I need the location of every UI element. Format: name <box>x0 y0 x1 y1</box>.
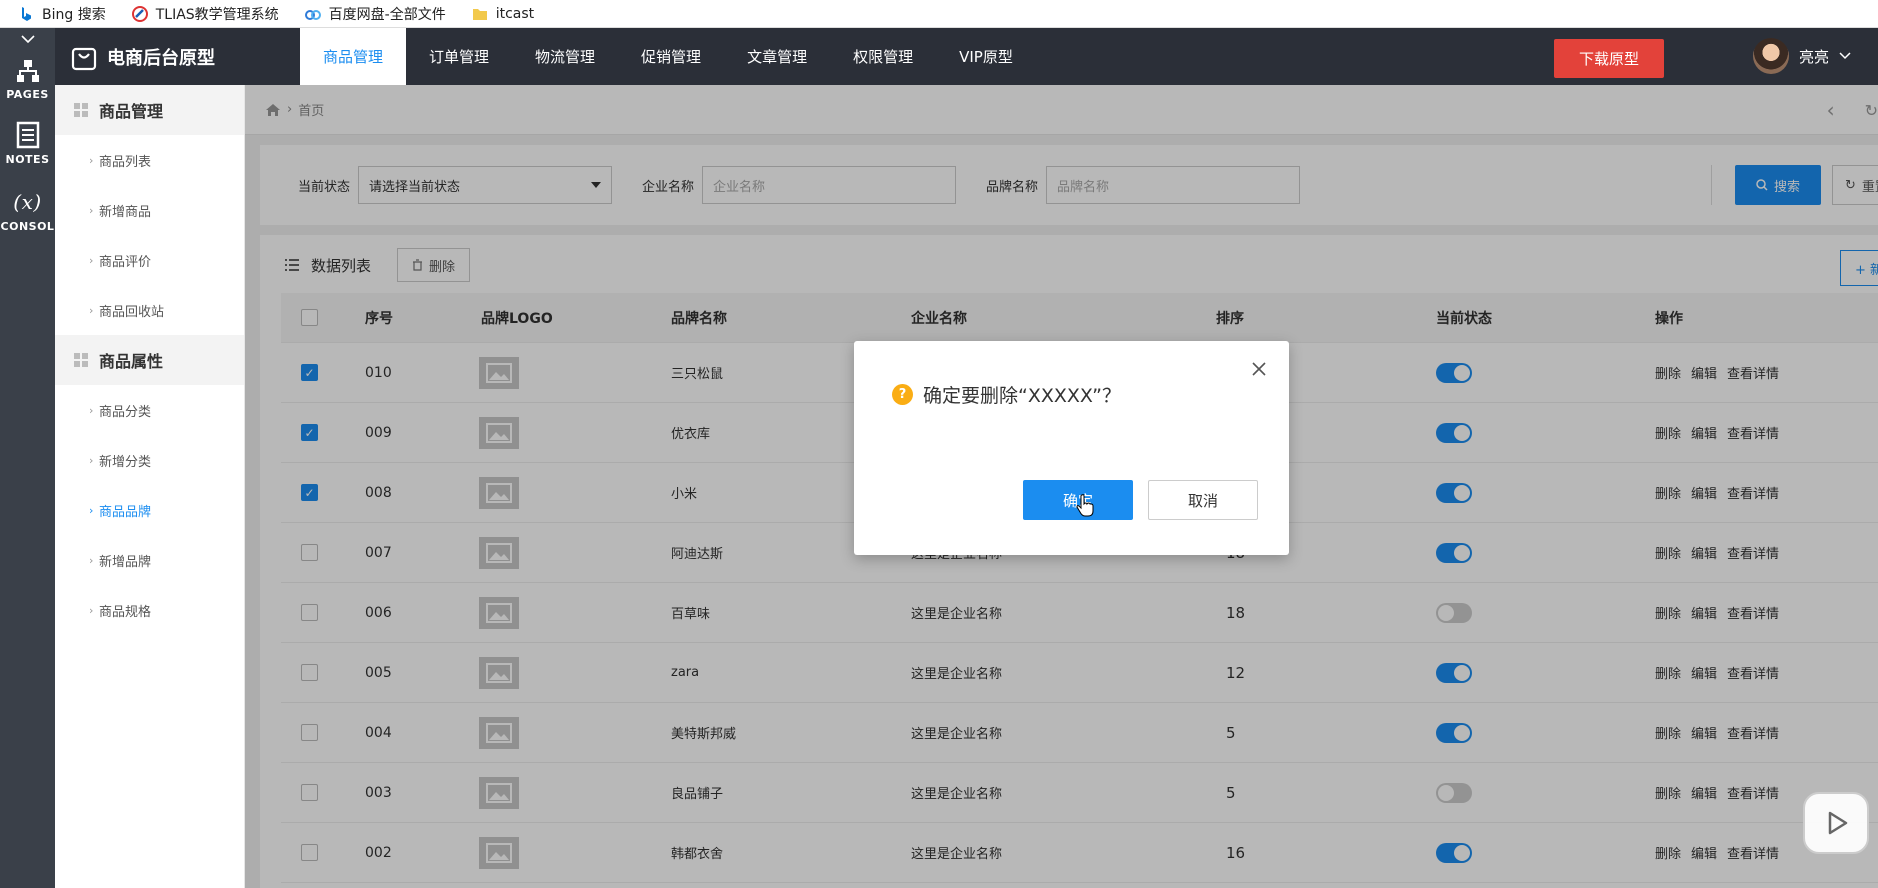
dialog-text: 确定要删除“XXXXX”？ <box>923 385 1121 407</box>
rail-pages[interactable]: PAGES <box>0 58 55 101</box>
close-glyph <box>1252 362 1266 376</box>
group-title: 商品属性 <box>99 352 164 371</box>
nav-product[interactable]: 商品管理 <box>300 28 407 85</box>
bookmark-tlias[interactable]: TLIAS教学管理系统 <box>131 4 279 24</box>
sidebar-group-product[interactable]: 商品管理 <box>55 85 244 135</box>
nav-promotion[interactable]: 促销管理 <box>618 28 724 85</box>
grid-icon <box>74 103 88 117</box>
sidebar-item-product-review[interactable]: 商品评价 <box>55 235 244 285</box>
user-name: 亮亮 <box>1799 47 1830 66</box>
sitemap-icon <box>16 60 39 82</box>
user-menu[interactable]: 亮亮 <box>1753 38 1851 74</box>
shopping-bag-icon <box>71 47 97 70</box>
sidebar-item-add-brand[interactable]: 新增品牌 <box>55 535 244 585</box>
main-nav: 商品管理 订单管理 物流管理 促销管理 文章管理 权限管理 VIP原型 <box>300 28 1036 85</box>
nav-logistics[interactable]: 物流管理 <box>512 28 618 85</box>
left-rail: PAGES NOTES (x) CONSOL <box>0 28 55 888</box>
top-nav-bar: 电商后台原型 商品管理 订单管理 物流管理 促销管理 文章管理 权限管理 VIP… <box>55 28 1878 85</box>
rail-label: CONSOL <box>0 220 55 233</box>
chevron-down-icon <box>20 35 35 44</box>
sidebar: 商品管理 商品列表 新增商品 商品评价 商品回收站 商品属性 商品分类 新增分类… <box>55 85 245 888</box>
folder-icon <box>472 8 487 20</box>
sidebar-item-add-product[interactable]: 新增商品 <box>55 185 244 235</box>
rail-label: PAGES <box>6 88 49 101</box>
download-button[interactable]: 下载原型 <box>1554 39 1664 78</box>
bookmark-baidu-pan[interactable]: 百度网盘-全部文件 <box>304 4 446 24</box>
tlias-icon <box>131 5 148 22</box>
sidebar-item-recycle-bin[interactable]: 商品回收站 <box>55 285 244 335</box>
cancel-button[interactable]: 取消 <box>1148 480 1258 520</box>
play-icon <box>1828 811 1848 835</box>
bookmark-label: 百度网盘-全部文件 <box>328 6 446 23</box>
bookmark-label: itcast <box>495 5 535 22</box>
nav-article[interactable]: 文章管理 <box>724 28 830 85</box>
bookmark-bing[interactable]: Bing 搜索 <box>18 4 106 24</box>
baidu-pan-icon <box>304 9 321 20</box>
bookmark-label: TLIAS教学管理系统 <box>155 6 279 23</box>
bookmark-itcast[interactable]: itcast <box>472 6 534 22</box>
confirm-dialog: ? 确定要删除“XXXXX”？ 确定 取消 <box>854 341 1289 555</box>
collapse-button[interactable] <box>0 28 55 50</box>
group-title: 商品管理 <box>99 102 164 121</box>
rail-console[interactable]: (x) CONSOL <box>0 190 55 233</box>
sidebar-item-add-category[interactable]: 新增分类 <box>55 435 244 485</box>
video-player-widget[interactable] <box>1803 792 1869 854</box>
notes-icon <box>16 121 39 149</box>
chevron-down-icon <box>1839 52 1851 60</box>
bookmarks-bar: Bing 搜索 TLIAS教学管理系统 百度网盘-全部文件 itcast <box>0 0 1878 28</box>
sidebar-item-brand[interactable]: 商品品牌 <box>55 485 244 535</box>
grid-icon <box>74 353 88 367</box>
sidebar-item-spec[interactable]: 商品规格 <box>55 585 244 635</box>
nav-permission[interactable]: 权限管理 <box>830 28 936 85</box>
sidebar-item-product-list[interactable]: 商品列表 <box>55 135 244 185</box>
rail-label: NOTES <box>5 153 50 166</box>
question-icon: ? <box>892 384 913 405</box>
rail-notes[interactable]: NOTES <box>0 121 55 166</box>
function-icon: (x) <box>13 190 42 214</box>
close-icon[interactable] <box>1249 359 1269 379</box>
hand-cursor-icon <box>1076 494 1094 517</box>
nav-vip[interactable]: VIP原型 <box>936 28 1036 85</box>
bookmark-label: Bing 搜索 <box>42 6 106 23</box>
brand[interactable]: 电商后台原型 <box>55 43 300 71</box>
nav-order[interactable]: 订单管理 <box>406 28 512 85</box>
sidebar-group-attributes[interactable]: 商品属性 <box>55 335 244 385</box>
brand-name: 电商后台原型 <box>107 47 215 69</box>
sidebar-item-category[interactable]: 商品分类 <box>55 385 244 435</box>
avatar <box>1753 38 1789 74</box>
dialog-message: ? 确定要删除“XXXXX”？ <box>892 381 1121 408</box>
bing-icon <box>22 6 31 21</box>
